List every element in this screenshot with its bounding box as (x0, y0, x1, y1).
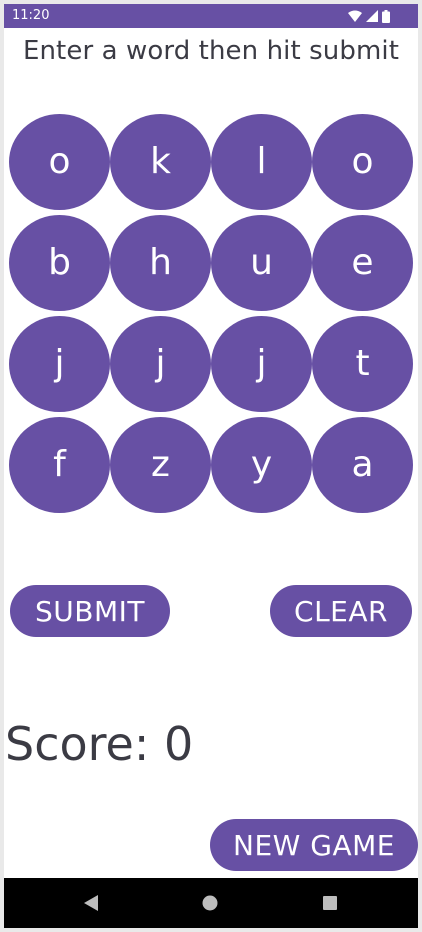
letter-tile[interactable]: h (110, 215, 211, 311)
letter-tile[interactable]: u (211, 215, 312, 311)
letter-tile-label: j (54, 343, 65, 384)
back-icon[interactable] (78, 890, 104, 916)
letter-tile-label: j (155, 343, 166, 384)
letter-tile-label: h (149, 242, 172, 283)
letter-tile-label: u (250, 242, 273, 283)
letter-tile[interactable]: l (211, 114, 312, 210)
home-icon[interactable] (197, 890, 223, 916)
battery-icon (382, 9, 390, 23)
status-bar: 11:20 (4, 4, 418, 28)
status-icons (348, 9, 390, 23)
letter-tile[interactable]: e (312, 215, 413, 311)
letter-tile-label: f (53, 444, 66, 485)
letter-tile[interactable]: b (9, 215, 110, 311)
letter-tile[interactable]: a (312, 417, 413, 513)
letter-tile-label: b (48, 242, 71, 283)
letter-tile[interactable]: o (9, 114, 110, 210)
submit-button[interactable]: SUBMIT (10, 585, 170, 637)
new-game-button[interactable]: NEW GAME (210, 819, 418, 871)
clear-button[interactable]: CLEAR (270, 585, 412, 637)
letter-tile[interactable]: z (110, 417, 211, 513)
letter-tile-label: j (256, 343, 267, 384)
letter-tile-label: o (48, 141, 71, 182)
score-label: Score: 0 (5, 717, 194, 771)
letter-tile-label: a (351, 444, 374, 485)
letter-tile-label: l (256, 141, 267, 182)
letter-tile[interactable]: j (9, 316, 110, 412)
app-screen: 11:20 Enter a word then hit submit o k l… (4, 4, 418, 928)
letter-tile[interactable]: k (110, 114, 211, 210)
letter-tile[interactable]: o (312, 114, 413, 210)
letter-tile[interactable]: f (9, 417, 110, 513)
letter-grid: o k l o b h u e j j j t f z y a (9, 114, 413, 514)
cell-signal-icon (366, 10, 378, 22)
letter-tile-label: e (351, 242, 374, 283)
letter-tile[interactable]: j (110, 316, 211, 412)
letter-tile-label: z (151, 444, 170, 485)
recents-icon[interactable] (317, 890, 343, 916)
letter-tile-label: k (150, 141, 171, 182)
letter-tile[interactable]: y (211, 417, 312, 513)
letter-tile[interactable]: j (211, 316, 312, 412)
wifi-icon (348, 10, 362, 22)
letter-tile-label: t (355, 343, 370, 384)
navigation-bar (4, 878, 418, 928)
letter-tile[interactable]: t (312, 316, 413, 412)
status-time: 11:20 (12, 8, 50, 23)
letter-tile-label: o (351, 141, 374, 182)
instruction-text: Enter a word then hit submit (22, 36, 400, 66)
letter-tile-label: y (250, 444, 273, 485)
